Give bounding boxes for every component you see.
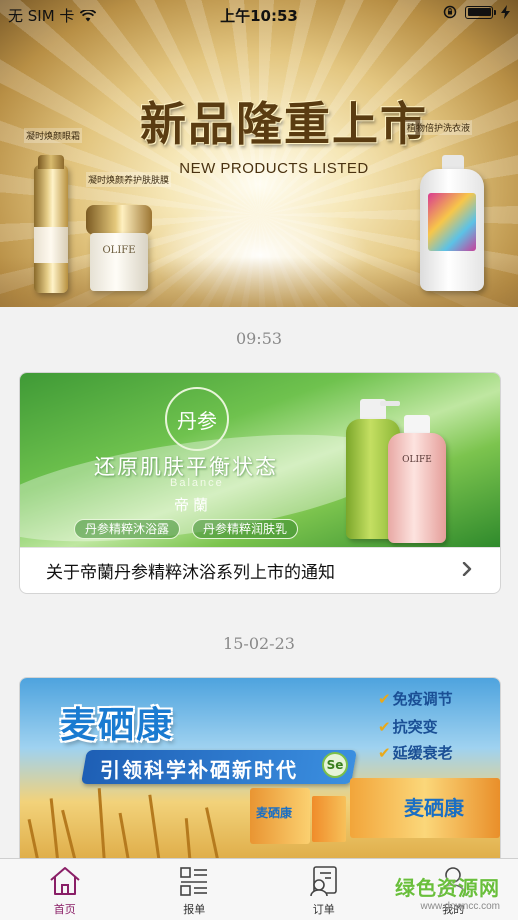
- tab-mine[interactable]: 我的: [389, 859, 518, 920]
- product-jar-image: OLIFE: [86, 205, 152, 291]
- hero-title: 新品隆重上市: [140, 97, 428, 151]
- product-pill-shower-gel: 丹参精粹沐浴露: [74, 519, 181, 539]
- product-pill-lotion: 丹参精粹润肤乳: [192, 519, 299, 539]
- news-card-image: 麦硒康 引领科学补硒新时代 ✔ 免疫调节 ✔ 抗突变 ✔ 延缓衰老 Se 麦硒康 麦硒…: [20, 678, 500, 877]
- product-small-box: 麦硒康: [250, 788, 310, 844]
- tab-orders-label: 订单: [312, 903, 335, 916]
- feature-item: ✔ 抗突变: [378, 718, 438, 736]
- product-box: 麦硒康: [350, 778, 500, 838]
- hero-tag-eye-cream: 凝时焕颜眼霜: [24, 128, 83, 143]
- charging-icon: [501, 5, 510, 19]
- feed-time-label: 15-02-23: [223, 634, 295, 653]
- home-icon: [50, 867, 80, 895]
- tab-home[interactable]: 首页: [0, 859, 130, 920]
- card-subheadline: Balance: [170, 477, 224, 489]
- order-icon: [309, 866, 337, 897]
- pink-bottle-image: OLIFE: [388, 415, 446, 543]
- selenium-badge: Se: [322, 752, 348, 778]
- chevron-right-icon: [462, 562, 472, 576]
- feed-time-label: 09:53: [235, 329, 283, 348]
- card-brand: 帝蘭: [174, 496, 213, 514]
- jar-label: OLIFE: [90, 233, 148, 291]
- tab-home-label: 首页: [53, 903, 76, 916]
- brand-seal: 丹参: [165, 387, 229, 451]
- user-icon: [439, 867, 468, 897]
- tab-report-label: 报单: [183, 903, 206, 916]
- product-tube-image: [34, 155, 68, 293]
- pink-bottle-label: OLIFE: [402, 455, 432, 465]
- news-card-image: 丹参 还原肌肤平衡状态 Balance 帝蘭 丹参精粹沐浴露 丹参精粹润肤乳 O…: [20, 373, 500, 547]
- tab-report[interactable]: 报单: [130, 859, 260, 920]
- battery-icon: [465, 5, 496, 19]
- card-slogan: 引领科学补硒新时代: [100, 758, 298, 782]
- tab-orders[interactable]: 订单: [259, 859, 389, 920]
- news-card-caption[interactable]: 关于帝蘭丹参精粹沐浴系列上市的通知: [20, 547, 500, 593]
- status-time: 上午10:53: [220, 7, 298, 25]
- orientation-lock-icon: [443, 5, 457, 19]
- news-card-title: 关于帝蘭丹参精粹沐浴系列上市的通知: [46, 563, 335, 583]
- tab-mine-label: 我的: [442, 903, 465, 916]
- product-sachet: [312, 796, 346, 842]
- hero-banner[interactable]: 新品隆重上市 NEW PRODUCTS LISTED 凝时焕颜眼霜 凝时焕颜养护…: [0, 0, 518, 307]
- news-card[interactable]: 丹参 还原肌肤平衡状态 Balance 帝蘭 丹参精粹沐浴露 丹参精粹润肤乳 O…: [19, 372, 501, 594]
- status-bar: 无 SIM 卡 上午10:53: [0, 0, 518, 28]
- bottom-tab-bar: 首页 报单 订单 我的: [0, 858, 518, 920]
- hero-tag-mask: 凝时焕颜养护肤肤膜: [86, 172, 172, 187]
- feature-item: ✔ 免疫调节: [378, 690, 453, 708]
- news-card[interactable]: 麦硒康 引领科学补硒新时代 ✔ 免疫调节 ✔ 抗突变 ✔ 延缓衰老 Se 麦硒康 麦硒…: [19, 677, 501, 877]
- card-brand-title: 麦硒康: [60, 705, 175, 746]
- list-icon: [180, 867, 208, 896]
- feature-item: ✔ 延缓衰老: [378, 744, 453, 762]
- product-detergent-image: [420, 155, 484, 291]
- app-screen: 新品隆重上市 NEW PRODUCTS LISTED 凝时焕颜眼霜 凝时焕颜养护…: [0, 0, 518, 920]
- hero-tag-detergent: 植物倍护洗衣液: [405, 120, 473, 135]
